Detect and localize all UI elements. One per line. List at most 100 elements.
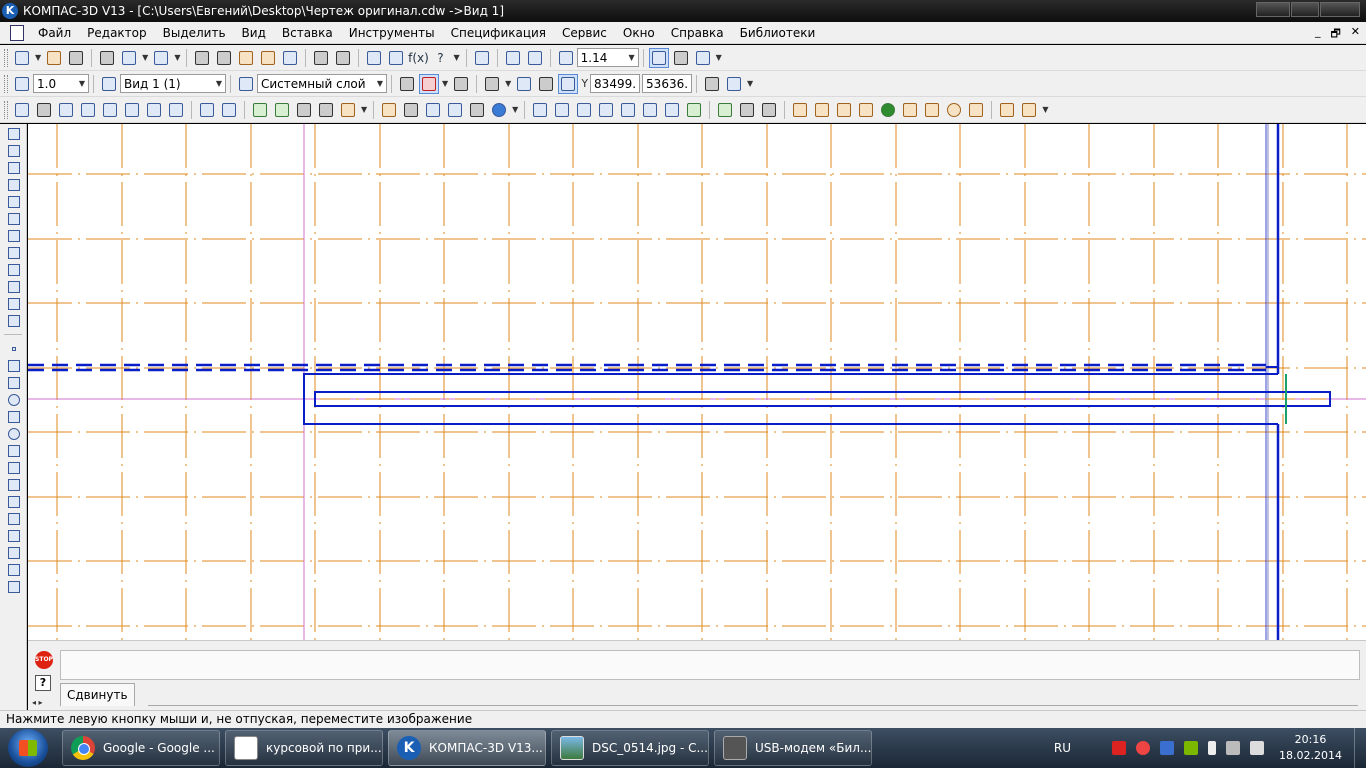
menu-help[interactable]: Справка [663, 22, 732, 44]
arc-button[interactable] [4, 409, 24, 424]
sofa-button[interactable] [1019, 100, 1039, 120]
menu-specification[interactable]: Спецификация [443, 22, 554, 44]
context-help-button[interactable]: ? [430, 48, 450, 68]
furniture-b-button[interactable] [812, 100, 832, 120]
select-panel-button[interactable] [4, 228, 24, 243]
association-panel-button[interactable] [4, 245, 24, 260]
orthogonal-drawing-button[interactable] [536, 74, 556, 94]
report-button[interactable] [702, 74, 722, 94]
open-button[interactable] [44, 48, 64, 68]
copy-button[interactable] [214, 48, 234, 68]
menu-service[interactable]: Сервис [554, 22, 615, 44]
tool-b-button[interactable] [552, 100, 572, 120]
fillet-button[interactable] [4, 511, 24, 526]
menu-insert[interactable]: Вставка [274, 22, 341, 44]
preview-button[interactable] [119, 48, 139, 68]
layout-panel-button[interactable] [4, 313, 24, 328]
toolbar-grip[interactable] [4, 100, 8, 119]
copy-properties-button[interactable] [258, 48, 278, 68]
chamfer-button[interactable] [4, 528, 24, 543]
tool-c-button[interactable] [574, 100, 594, 120]
hatch-button[interactable] [122, 100, 142, 120]
tray-app-icon[interactable] [1112, 741, 1127, 755]
binoculars-button[interactable] [401, 100, 421, 120]
ellipse-button[interactable] [4, 426, 24, 441]
antivirus-icon[interactable] [1136, 741, 1151, 755]
network-icon[interactable] [1226, 741, 1241, 755]
tab-shift[interactable]: Сдвинуть [60, 683, 135, 706]
tool-d-button[interactable] [596, 100, 616, 120]
save-button[interactable] [66, 48, 86, 68]
menu-select[interactable]: Выделить [155, 22, 234, 44]
grid-settings-button[interactable] [34, 100, 54, 120]
network-button[interactable] [423, 100, 443, 120]
battery-icon[interactable] [1208, 741, 1217, 755]
nvidia-icon[interactable] [1184, 741, 1199, 755]
step-combo[interactable]: 1.0 ▼ [33, 74, 89, 93]
layers-button[interactable] [56, 100, 76, 120]
maximize-button[interactable] [1291, 2, 1319, 17]
format-button[interactable] [12, 100, 32, 120]
properties-button[interactable] [280, 48, 300, 68]
measure-panel-button[interactable] [4, 211, 24, 226]
tool-k-button[interactable] [759, 100, 779, 120]
chart-button[interactable] [197, 100, 217, 120]
panel-arrows-icon[interactable]: ◂ ▸ [32, 698, 43, 707]
tool-i-button[interactable] [715, 100, 735, 120]
menu-tools[interactable]: Инструменты [341, 22, 443, 44]
point-button[interactable] [4, 341, 24, 356]
polyline-button[interactable] [4, 460, 24, 475]
layer-state-button[interactable] [236, 74, 256, 94]
volume-icon[interactable] [1250, 741, 1265, 755]
furniture-c-button[interactable] [834, 100, 854, 120]
design-button[interactable] [250, 100, 270, 120]
hatch-tool-button[interactable] [4, 579, 24, 594]
round-coords-button[interactable] [558, 73, 579, 94]
function-button[interactable]: f(x) [408, 48, 429, 68]
grid-button[interactable] [482, 74, 502, 94]
menu-libraries[interactable]: Библиотеки [732, 22, 824, 44]
ortho-button[interactable] [451, 74, 471, 94]
polygon-button[interactable] [4, 562, 24, 577]
tool-g-button[interactable] [662, 100, 682, 120]
tool-j-button[interactable] [737, 100, 757, 120]
menu-file[interactable]: Файл [30, 22, 79, 44]
view-state-button[interactable] [99, 74, 119, 94]
new-document-button[interactable] [12, 48, 32, 68]
drawing-canvas[interactable] [28, 124, 1366, 640]
cloud-button[interactable] [944, 100, 964, 120]
table-button[interactable] [78, 100, 98, 120]
drawing-svg[interactable] [28, 124, 1366, 640]
zoom-out-button[interactable] [525, 48, 545, 68]
plant-button[interactable] [922, 100, 942, 120]
tree-button[interactable] [364, 48, 384, 68]
view-combo[interactable]: Вид 1 (1) ▼ [120, 74, 226, 93]
rectangle-button[interactable] [4, 545, 24, 560]
rotate-button[interactable] [671, 48, 691, 68]
taskbar-item-chrome[interactable]: Google - Google ... [62, 730, 220, 766]
tools-button[interactable] [445, 100, 465, 120]
sign-button[interactable] [966, 100, 986, 120]
segment-button[interactable] [4, 375, 24, 390]
arrow-button[interactable] [144, 100, 164, 120]
step-button[interactable] [12, 74, 32, 94]
document-icon[interactable] [10, 24, 24, 41]
taskbar-item-modem[interactable]: USB-модем «Бил... [714, 730, 872, 766]
toolbar-grip[interactable] [4, 48, 8, 67]
settings-button[interactable] [467, 100, 487, 120]
bridge-button[interactable] [338, 100, 358, 120]
manager-button[interactable] [151, 48, 171, 68]
start-button[interactable] [8, 729, 48, 767]
reports-panel-button[interactable] [4, 279, 24, 294]
circle-button[interactable] [4, 392, 24, 407]
layer-combo[interactable]: Системный слой (0) ▼ [257, 74, 387, 93]
contour-button[interactable] [4, 477, 24, 492]
spline-button[interactable] [4, 443, 24, 458]
furniture-a-button[interactable] [790, 100, 810, 120]
fill-button[interactable] [294, 100, 314, 120]
clock[interactable]: 20:16 18.02.2014 [1279, 732, 1342, 764]
spreadsheet-button[interactable] [272, 100, 292, 120]
person-button[interactable] [900, 100, 920, 120]
kompas-app-icon[interactable]: K [2, 3, 18, 19]
tool-h-button[interactable] [684, 100, 704, 120]
